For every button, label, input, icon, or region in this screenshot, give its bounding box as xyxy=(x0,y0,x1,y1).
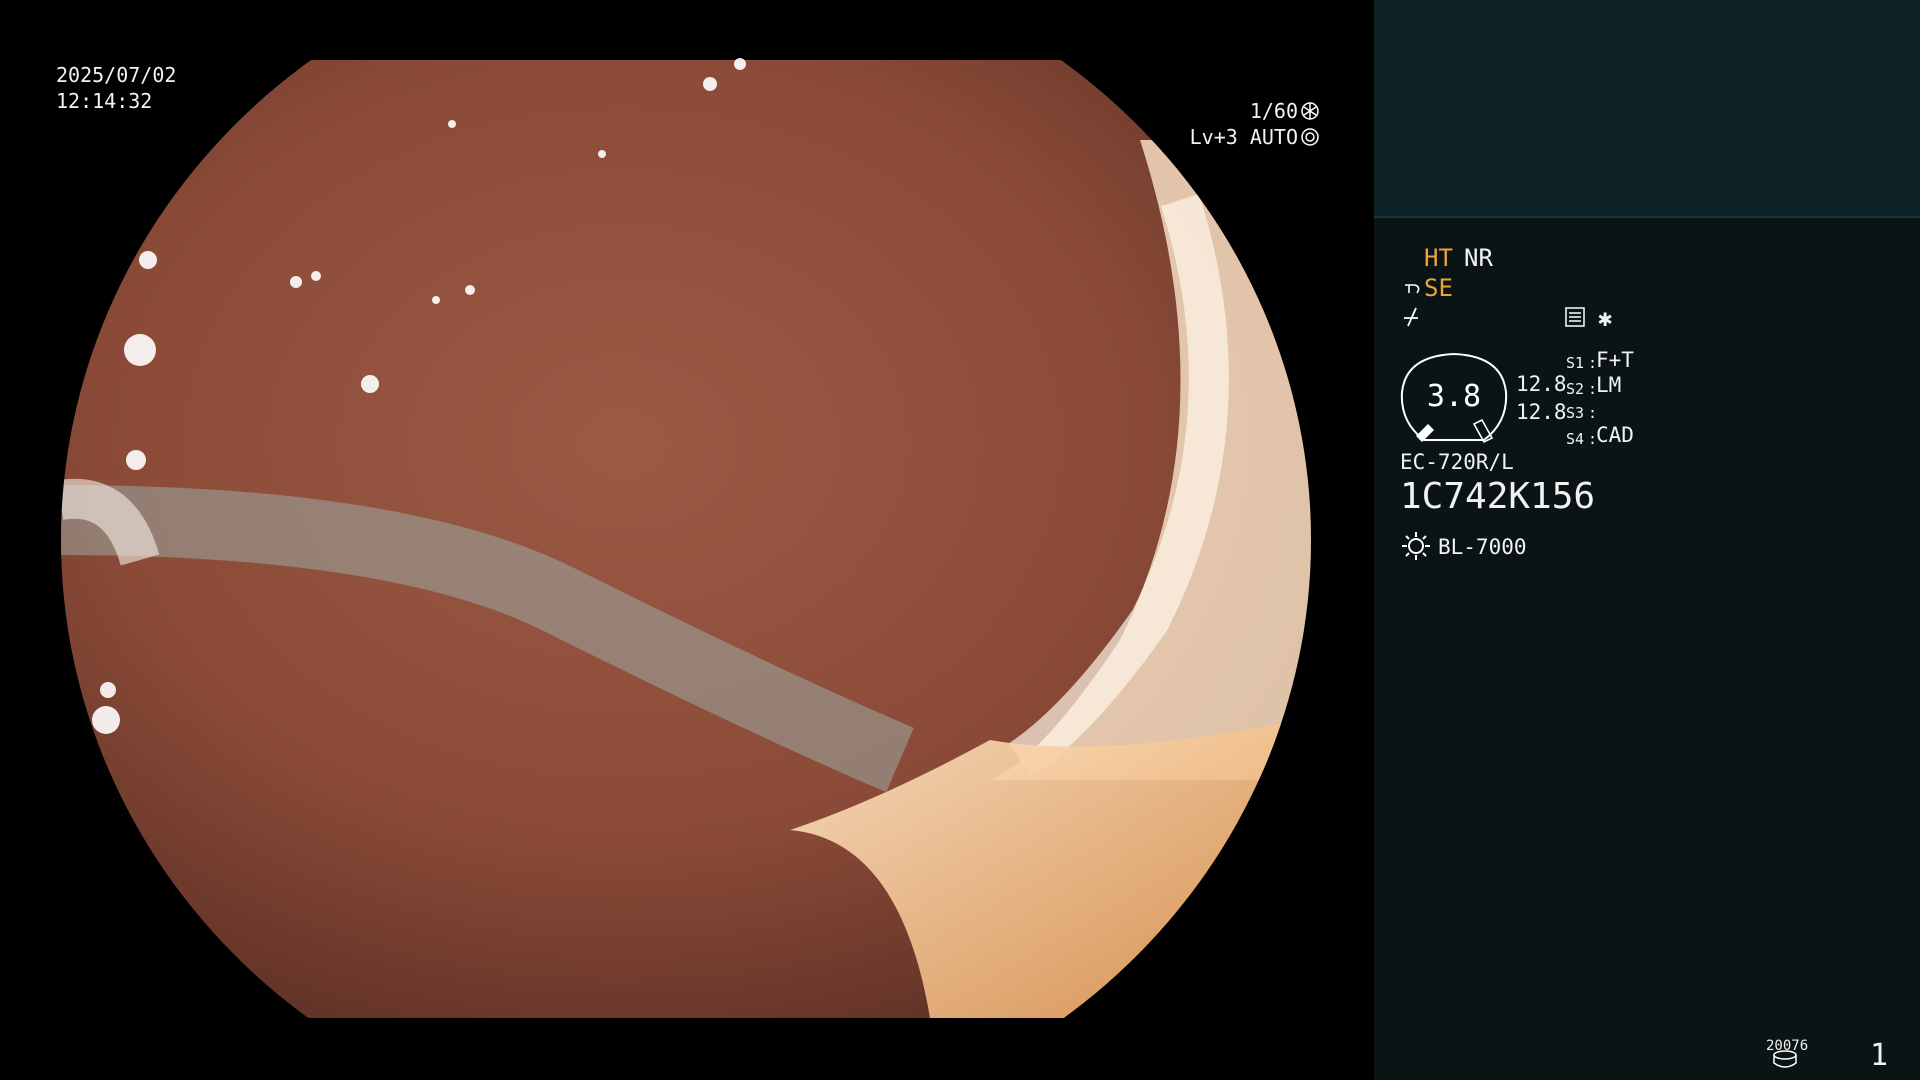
iris-icon xyxy=(1301,128,1319,146)
page-number: 1 xyxy=(1870,1038,1889,1073)
endoscope-image xyxy=(61,58,1311,1018)
switch-4-key: S4 xyxy=(1566,430,1585,448)
exposure-readout: 1/60 Lv+3 AUTO xyxy=(1020,98,1320,150)
star-icon: ✱ xyxy=(1598,304,1613,332)
zoom-dial: 3.8 xyxy=(1400,352,1508,444)
disk-icon xyxy=(1773,1050,1797,1068)
switch-1-key: S1 xyxy=(1566,354,1585,372)
zoom-value: 3.8 xyxy=(1427,379,1481,414)
structure-enhance-row: SE xyxy=(1400,274,1453,302)
se-indicator: SE xyxy=(1424,274,1453,302)
zoom-level-b: 12.8 xyxy=(1516,400,1567,424)
time-text: 12:14:32 xyxy=(56,89,153,113)
shutter-icon xyxy=(1301,102,1319,120)
iris-mode: Lv+3 AUTO xyxy=(1189,125,1298,149)
switch-2-key: S2 xyxy=(1566,380,1585,398)
zoom-level-a: 12.8 xyxy=(1516,372,1567,396)
scope-serial: 1C742K156 xyxy=(1400,476,1596,517)
status-panel: HT NR SE ✱ 3.8 12.8 12.8 S1: F+T S2: LM S3… xyxy=(1374,0,1920,1080)
date-time-readout: 2025/07/02 12:14:32 xyxy=(56,62,176,114)
light-source-icon xyxy=(1402,532,1430,560)
light-source-model: BL-7000 xyxy=(1438,535,1527,559)
endoscope-viewport: 2025/07/02 12:14:32 1/60 Lv+3 AUTO xyxy=(0,0,1374,1080)
preview-area xyxy=(1374,0,1920,218)
date-text: 2025/07/02 xyxy=(56,63,177,87)
freeze-icon xyxy=(1404,307,1418,327)
scope-model: EC-720R/L xyxy=(1400,450,1514,474)
nr-indicator: NR xyxy=(1464,244,1493,272)
ht-indicator: HT xyxy=(1424,244,1453,272)
switch-2-value: LM xyxy=(1596,373,1622,397)
structure-enhance-icon xyxy=(1405,284,1420,294)
switch-1-value: F+T xyxy=(1596,348,1634,372)
memo-icon xyxy=(1565,307,1585,327)
switch-3-key: S3 xyxy=(1566,404,1585,422)
switch-4-value: CAD xyxy=(1596,423,1634,447)
shutter-speed: 1/60 xyxy=(1249,99,1298,123)
